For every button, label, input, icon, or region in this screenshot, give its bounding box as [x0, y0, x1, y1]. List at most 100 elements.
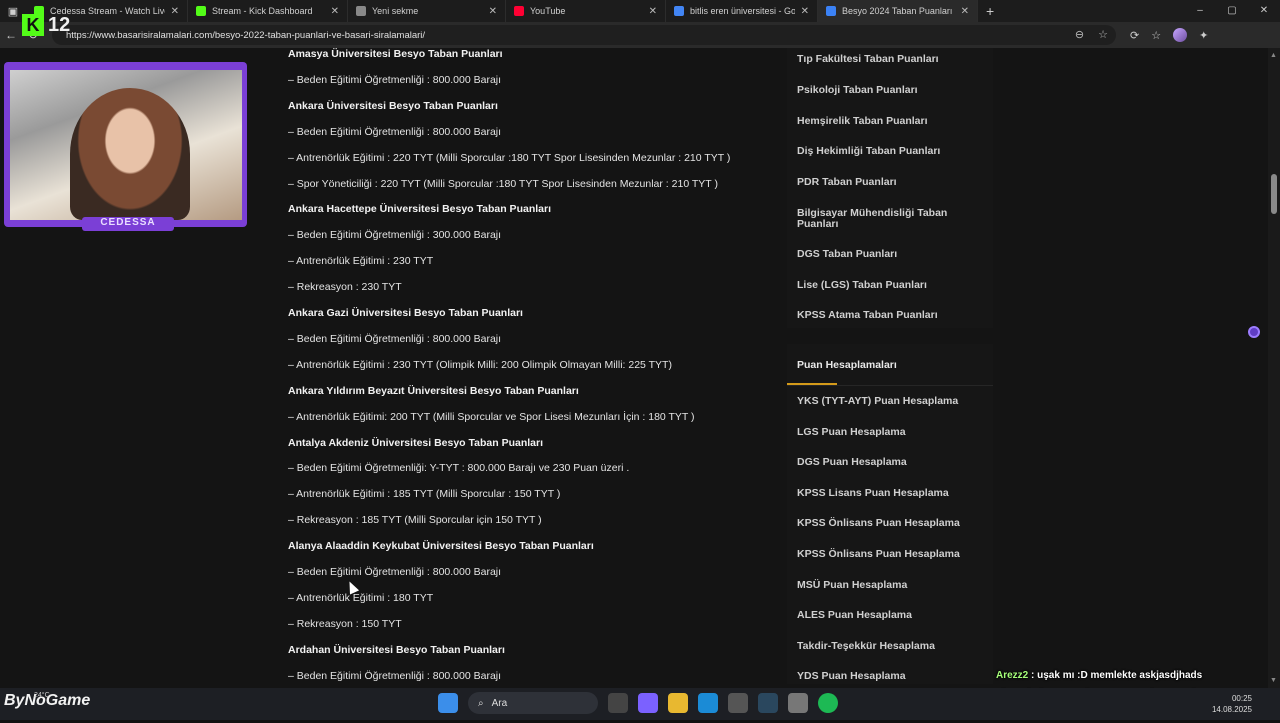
sidebar-calc-link[interactable]: YDS Puan Hesaplama	[797, 671, 987, 682]
close-window-button[interactable]: ✕	[1248, 0, 1280, 22]
viewer-count: 12	[48, 14, 71, 36]
steam-icon[interactable]	[758, 693, 778, 713]
sidebar-link[interactable]: KPSS Atama Taban Puanları	[797, 310, 987, 321]
favorites-icon[interactable]: ☆	[1151, 29, 1161, 42]
page-scrollbar[interactable]: ▲ ▼	[1268, 48, 1280, 688]
url-text[interactable]: https://www.basarisiralamalari.com/besyo…	[66, 30, 425, 41]
sidebar-calc-link[interactable]: DGS Puan Hesaplama	[797, 457, 987, 468]
maximize-button[interactable]: ▢	[1216, 0, 1248, 22]
clock-time: 00:25	[1231, 694, 1252, 703]
obs-icon[interactable]	[788, 693, 808, 713]
tab-close-icon[interactable]: ✕	[171, 6, 179, 17]
tab-label: bitlis eren üniversitesi - Google'd	[690, 6, 795, 16]
sidebar-calc-link[interactable]: KPSS Lisans Puan Hesaplama	[797, 487, 987, 499]
system-clock[interactable]: 00:25 14.08.2025	[1212, 693, 1252, 715]
university-heading: Ankara Gazi Üniversitesi Besyo Taban Pua…	[288, 307, 523, 319]
chat-text: : uşak mı :D memlekte askjasdjhads	[1028, 670, 1203, 681]
university-heading: Ankara Yıldırım Beyazıt Üniversitesi Bes…	[288, 384, 579, 397]
weather-widget[interactable]: 24°C	[34, 692, 50, 699]
search-icon: ⌕	[478, 697, 484, 709]
score-line: – Antrenörlük Eğitimi : 185 TYT (Milli S…	[288, 488, 561, 501]
address-bar[interactable]: https://www.basarisiralamalari.com/besyo…	[52, 25, 1116, 45]
sidebar-calc-link[interactable]: LGS Puan Hesaplama	[797, 426, 987, 438]
store-icon[interactable]	[728, 693, 748, 713]
score-line: – Antrenörlük Eğitimi : 230 TYT	[288, 255, 434, 268]
streamer-name-plate: CEDESSA	[82, 217, 174, 231]
webcam-video	[10, 70, 242, 220]
sidebar-link[interactable]: Tıp Fakültesi Taban Puanları	[797, 54, 987, 65]
score-line: – Antrenörlük Eğitimi : 220 TYT (Milli S…	[288, 151, 731, 164]
score-line: – Beden Eğitimi Öğretmenliği: Y-TYT : 80…	[288, 462, 630, 475]
score-line: – Antrenörlük Eğitimi : 180 TYT	[288, 591, 434, 604]
new-tab-button[interactable]: +	[986, 3, 994, 19]
browser-tab[interactable]: Besyo 2024 Taban Puanları ve Baş ✕	[818, 0, 978, 22]
file-explorer-icon[interactable]	[668, 693, 688, 713]
window-controls: – ▢ ✕	[1184, 0, 1280, 22]
sidebar-calc-link[interactable]: KPSS Önlisans Puan Hesaplama	[797, 518, 987, 529]
tab-label: YouTube	[530, 6, 566, 16]
browser-tab[interactable]: YouTube ✕	[506, 0, 666, 22]
profile-avatar[interactable]	[1173, 28, 1188, 42]
score-line: – Antrenörlük Eğitimi : 230 TYT (Olimpik…	[288, 358, 672, 371]
tab-label: Stream - Kick Dashboard	[212, 6, 313, 16]
sidebar-link[interactable]: Psikoloji Taban Puanları	[797, 85, 987, 96]
favorite-star-icon[interactable]: ☆	[1098, 28, 1108, 41]
tab-close-icon[interactable]: ✕	[801, 6, 809, 17]
sidebar-calc-link[interactable]: YKS (TYT-AYT) Puan Hesaplama	[797, 396, 987, 407]
clock-date: 14.08.2025	[1211, 705, 1252, 714]
sidebar-calc-link[interactable]: Takdir-Teşekkür Hesaplama	[797, 640, 987, 652]
search-placeholder: Ara	[491, 697, 508, 709]
score-line: – Beden Eğitimi Öğretmenliği : 800.000 B…	[288, 566, 502, 578]
taskbar-search[interactable]: ⌕ Ara	[468, 692, 598, 714]
windows-start-icon[interactable]	[438, 693, 458, 713]
tab-favicon-icon	[514, 6, 524, 16]
section-title-underline	[787, 383, 837, 385]
address-row: ← ↻ https://www.basarisiralamalari.com/b…	[0, 22, 1280, 48]
score-line: – Beden Eğitimi Öğretmenliği : 800.000 B…	[288, 669, 502, 682]
tab-favicon-icon	[826, 6, 836, 16]
copilot-floating-icon[interactable]	[1248, 326, 1260, 338]
kick-logo-icon: K	[22, 14, 44, 36]
chat-username: Arezz2	[996, 670, 1029, 681]
sidebar-link[interactable]: Diş Hekimliği Taban Puanları	[797, 146, 987, 157]
sidebar-calc-link[interactable]: ALES Puan Hesaplama	[797, 610, 987, 621]
sidebar-link[interactable]: PDR Taban Puanları	[797, 177, 987, 188]
browser-tab[interactable]: Yeni sekme ✕	[348, 0, 506, 22]
sidebar-link[interactable]: Lise (LGS) Taban Puanları	[797, 280, 987, 291]
copilot-app-icon[interactable]	[638, 693, 658, 713]
webcam-overlay: CEDESSA	[4, 62, 247, 231]
spotify-icon[interactable]	[818, 693, 838, 713]
taskbar-apps: ⌕ Ara	[438, 692, 838, 714]
sidebar-calc-link[interactable]: MSÜ Puan Hesaplama	[797, 579, 987, 591]
copilot-icon[interactable]: ✦	[1199, 29, 1208, 42]
score-line: – Beden Eğitimi Öğretmenliği : 800.000 B…	[288, 332, 502, 345]
tab-favicon-icon	[674, 6, 684, 16]
tab-strip: ▣ Cedessa Stream - Watch Live on K✕Strea…	[0, 0, 1280, 22]
score-line: – Beden Eğitimi Öğretmenliği : 300.000 B…	[288, 229, 502, 242]
university-heading: Amasya Üniversitesi Besyo Taban Puanları	[288, 48, 503, 60]
sidebar-calc-link[interactable]: KPSS Önlisans Puan Hesaplama	[797, 549, 987, 560]
browser-tab[interactable]: bitlis eren üniversitesi - Google'd ✕	[666, 0, 818, 22]
task-view-icon[interactable]	[608, 693, 628, 713]
tab-favicon-icon	[356, 6, 366, 16]
scroll-thumb[interactable]	[1271, 174, 1277, 214]
sidebar-link[interactable]: Bilgisayar Mühendisliği Taban Puanları	[797, 208, 987, 230]
edge-icon[interactable]	[698, 693, 718, 713]
university-heading: Alanya Alaaddin Keykubat Üniversitesi Be…	[288, 540, 594, 553]
tab-close-icon[interactable]: ✕	[331, 6, 339, 17]
score-line: – Rekreasyon : 185 TYT (Milli Sporcular …	[288, 514, 542, 527]
omnibox-icons: ⊖ ☆	[1075, 28, 1108, 41]
minimize-button[interactable]: –	[1184, 0, 1216, 22]
tab-close-icon[interactable]: ✕	[489, 6, 497, 17]
browser-tab[interactable]: Stream - Kick Dashboard ✕	[188, 0, 348, 22]
score-line: – Rekreasyon : 150 TYT	[288, 617, 402, 630]
extensions-icon[interactable]: ⟳	[1130, 29, 1139, 42]
tab-close-icon[interactable]: ✕	[649, 6, 657, 17]
scroll-up-icon[interactable]: ▲	[1270, 52, 1277, 59]
back-button[interactable]: ←	[0, 28, 22, 42]
tab-close-icon[interactable]: ✕	[961, 6, 969, 17]
tab-favicon-icon	[196, 6, 206, 16]
sidebar-link[interactable]: DGS Taban Puanları	[797, 249, 987, 260]
sidebar-link[interactable]: Hemşirelik Taban Puanları	[797, 116, 987, 127]
reader-icon[interactable]: ⊖	[1075, 28, 1084, 41]
